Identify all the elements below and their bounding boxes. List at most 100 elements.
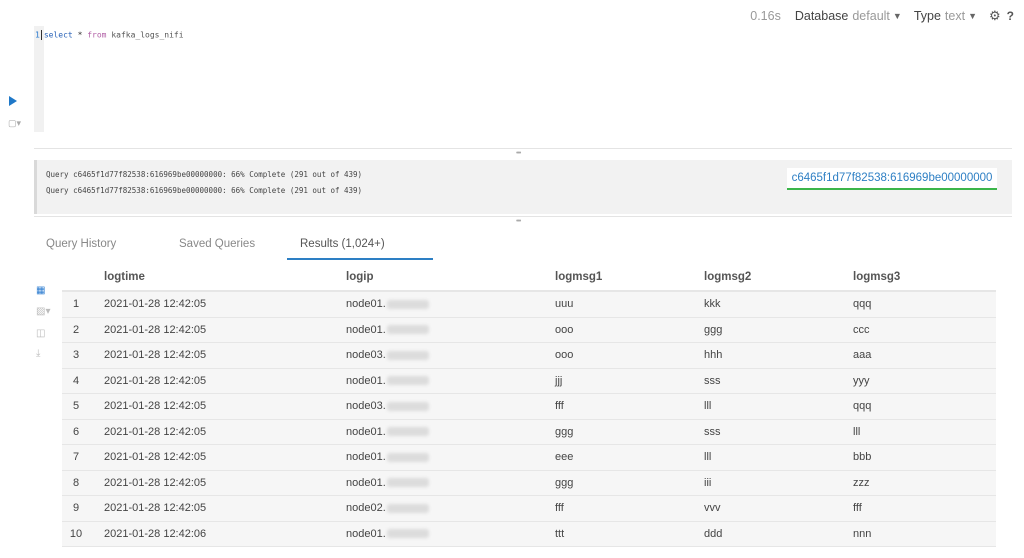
sql-star: * (77, 30, 83, 40)
cell-logmsg1: eee (549, 445, 698, 470)
database-chevron-down-icon[interactable]: ▼ (893, 11, 902, 21)
table-row[interactable]: 8 2021-01-28 12:42:05 node01. ggg iii zz… (62, 470, 996, 496)
table-body: 1 2021-01-28 12:42:05 node01. uuu kkk qq… (62, 292, 996, 547)
cell-logip-text: node02. (346, 502, 386, 515)
run-icon[interactable] (9, 96, 17, 106)
row-number: 2 (62, 317, 98, 342)
cell-logip-text: node03. (346, 400, 386, 413)
cell-logip: node01. (340, 292, 549, 317)
cell-logip-text: node01. (346, 451, 386, 464)
line-number: 1 (35, 30, 40, 40)
drag-handle-icon[interactable]: ••• (516, 218, 521, 225)
chart-view-icon[interactable]: ▨▾ (36, 306, 50, 317)
cell-logtime: 2021-01-28 12:42:05 (98, 292, 340, 317)
sql-editor[interactable]: 1 select * from kafka_logs_nifi (35, 30, 184, 40)
tab-saved-queries[interactable]: Saved Queries (179, 236, 255, 260)
cell-logmsg2: hhh (698, 343, 847, 368)
row-number-header (62, 264, 98, 290)
columns-icon[interactable]: ◫ (36, 328, 45, 339)
layout-chevron-down-icon[interactable]: ▢▾ (8, 118, 21, 129)
download-icon[interactable]: ⤓ (36, 348, 40, 359)
drag-handle-icon[interactable]: ••• (516, 150, 521, 157)
tab-results[interactable]: Results (1,024+) (287, 236, 433, 260)
log-line: Query c6465f1d77f82538:616969be00000000:… (46, 186, 363, 195)
cell-logip: node01. (340, 445, 549, 470)
cell-logip-text: node01. (346, 476, 386, 489)
database-label: Database (794, 9, 849, 23)
log-line: Query c6465f1d77f82538:616969be00000000:… (46, 170, 363, 179)
column-header-logip[interactable]: logip (340, 264, 549, 290)
row-number: 9 (62, 496, 98, 521)
gear-icon[interactable]: ⚙ (989, 8, 1001, 24)
cell-logmsg2: vvv (698, 496, 847, 521)
cell-logip-text: node01. (346, 425, 386, 438)
row-number: 6 (62, 419, 98, 444)
column-header-logtime[interactable]: logtime (98, 264, 340, 290)
type-label: Type (913, 9, 941, 23)
table-row[interactable]: 3 2021-01-28 12:42:05 node03. ooo hhh aa… (62, 343, 996, 369)
help-icon[interactable]: ? (1007, 9, 1014, 23)
cell-logip: node01. (340, 470, 549, 495)
cell-logmsg1: ttt (549, 521, 698, 546)
cell-logmsg2: lll (698, 394, 847, 419)
cell-logmsg2: iii (698, 470, 847, 495)
redacted-ip (386, 503, 429, 513)
execution-time: 0.16s (750, 9, 781, 23)
splitter[interactable] (34, 216, 1012, 217)
type-chevron-down-icon[interactable]: ▼ (968, 11, 977, 21)
cell-logmsg3: qqq (847, 394, 996, 419)
tab-query-history[interactable]: Query History (46, 236, 116, 260)
cell-logip-text: node01. (346, 298, 386, 311)
query-id-link[interactable]: c6465f1d77f82538:616969be00000000 (787, 168, 997, 190)
cell-logmsg3: fff (847, 496, 996, 521)
database-select[interactable]: default (852, 9, 890, 23)
editor-gutter (34, 26, 44, 132)
cell-logmsg3: yyy (847, 368, 996, 393)
table-row[interactable]: 6 2021-01-28 12:42:05 node01. ggg sss ll… (62, 419, 996, 445)
table-row[interactable]: 4 2021-01-28 12:42:05 node01. jjj sss yy… (62, 368, 996, 394)
row-number: 5 (62, 394, 98, 419)
column-header-logmsg1[interactable]: logmsg1 (549, 264, 698, 290)
table-row[interactable]: 2 2021-01-28 12:42:05 node01. ooo ggg cc… (62, 317, 996, 343)
cell-logmsg3: zzz (847, 470, 996, 495)
cell-logtime: 2021-01-28 12:42:05 (98, 419, 340, 444)
type-select[interactable]: text (945, 9, 965, 23)
cell-logmsg1: ooo (549, 343, 698, 368)
results-table: logtime logip logmsg1 logmsg2 logmsg3 1 … (62, 264, 996, 547)
table-row[interactable]: 7 2021-01-28 12:42:05 node01. eee lll bb… (62, 445, 996, 471)
editor-toolbar: 0.16s Database default ▼ Type text ▼ ⚙ ? (750, 8, 1014, 24)
row-number: 4 (62, 368, 98, 393)
cell-logip: node02. (340, 496, 549, 521)
cell-logmsg1: uuu (549, 292, 698, 317)
table-row[interactable]: 10 2021-01-28 12:42:06 node01. ttt ddd n… (62, 521, 996, 547)
redacted-ip (386, 299, 429, 309)
cell-logmsg3: qqq (847, 292, 996, 317)
cell-logmsg2: sss (698, 368, 847, 393)
cell-logmsg3: ccc (847, 317, 996, 342)
cell-logtime: 2021-01-28 12:42:05 (98, 445, 340, 470)
cell-logmsg2: ddd (698, 521, 847, 546)
cell-logtime: 2021-01-28 12:42:05 (98, 496, 340, 521)
column-header-logmsg3[interactable]: logmsg3 (847, 264, 996, 290)
row-number: 10 (62, 521, 98, 546)
table-row[interactable]: 5 2021-01-28 12:42:05 node03. fff lll qq… (62, 394, 996, 420)
grid-view-icon[interactable]: ▦ (36, 285, 45, 296)
cell-logmsg1: ggg (549, 470, 698, 495)
sql-table-name: kafka_logs_nifi (111, 30, 184, 40)
cell-logip: node03. (340, 394, 549, 419)
cell-logip: node01. (340, 521, 549, 546)
cell-logmsg2: kkk (698, 292, 847, 317)
column-header-logmsg2[interactable]: logmsg2 (698, 264, 847, 290)
redacted-ip (386, 401, 429, 411)
cell-logip: node01. (340, 368, 549, 393)
sql-keyword-from: from (87, 30, 107, 40)
table-row[interactable]: 1 2021-01-28 12:42:05 node01. uuu kkk qq… (62, 292, 996, 318)
splitter[interactable] (34, 148, 1012, 149)
row-number: 7 (62, 445, 98, 470)
redacted-ip (386, 427, 429, 437)
cell-logip: node01. (340, 317, 549, 342)
table-row[interactable]: 9 2021-01-28 12:42:05 node02. fff vvv ff… (62, 496, 996, 522)
row-number: 1 (62, 292, 98, 317)
cell-logmsg3: lll (847, 419, 996, 444)
cell-logmsg2: sss (698, 419, 847, 444)
